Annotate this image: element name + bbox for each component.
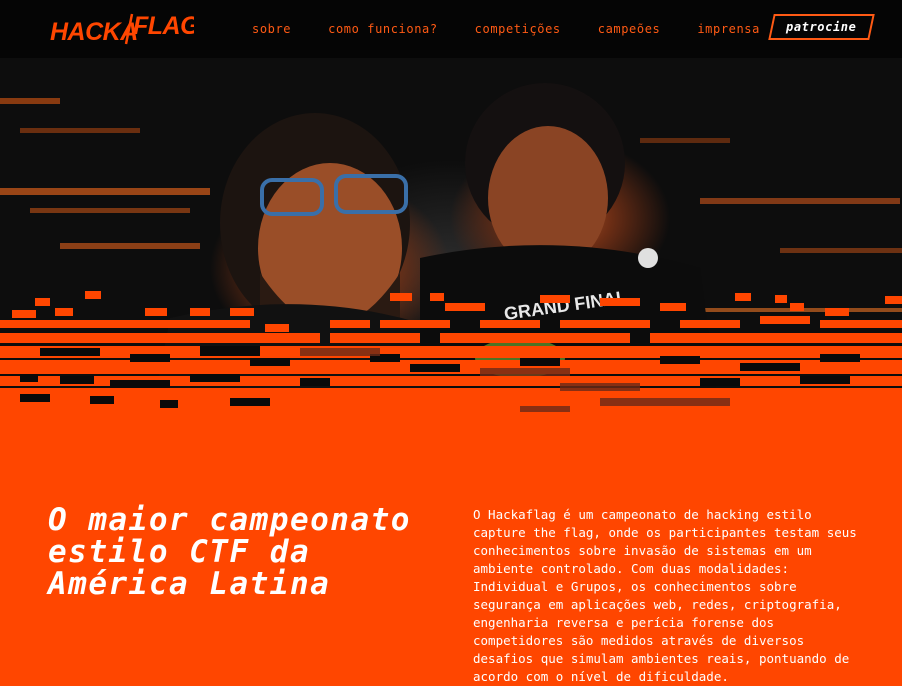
sponsor-button-label: patrocine: [786, 20, 857, 34]
intro-description: O Hackaflag é um campeonato de hacking e…: [473, 507, 857, 684]
hero-photo: GRAND FINAL: [0, 58, 902, 423]
nav-link-competicoes[interactable]: competições: [475, 22, 561, 36]
headline-emphasis: maior campeonato estilo CTF: [48, 502, 411, 570]
logo-text-hacka: HACKA: [50, 18, 138, 46]
sponsor-button[interactable]: patrocine: [768, 14, 875, 40]
hackaflag-logo-mark: HACKA FLAG: [50, 12, 194, 46]
nav-link-como-funciona[interactable]: como funciona?: [328, 22, 438, 36]
hero-glitch-overlay: [0, 291, 902, 423]
hackaflag-logo[interactable]: HACKA FLAG: [48, 10, 194, 50]
nav-link-sobre[interactable]: sobre: [252, 22, 291, 36]
top-navbar: HACKA FLAG sobre como funciona? competiç…: [0, 0, 902, 58]
page-headline: O maior campeonato estilo CTF da América…: [48, 504, 458, 600]
nav-link-campeoes[interactable]: campeões: [598, 22, 661, 36]
main-menu: sobre como funciona? competições campeõe…: [252, 0, 797, 58]
headline-prefix: O: [48, 502, 89, 538]
nav-link-imprensa[interactable]: imprensa: [697, 22, 760, 36]
logo-text-flag: FLAG: [133, 12, 194, 40]
